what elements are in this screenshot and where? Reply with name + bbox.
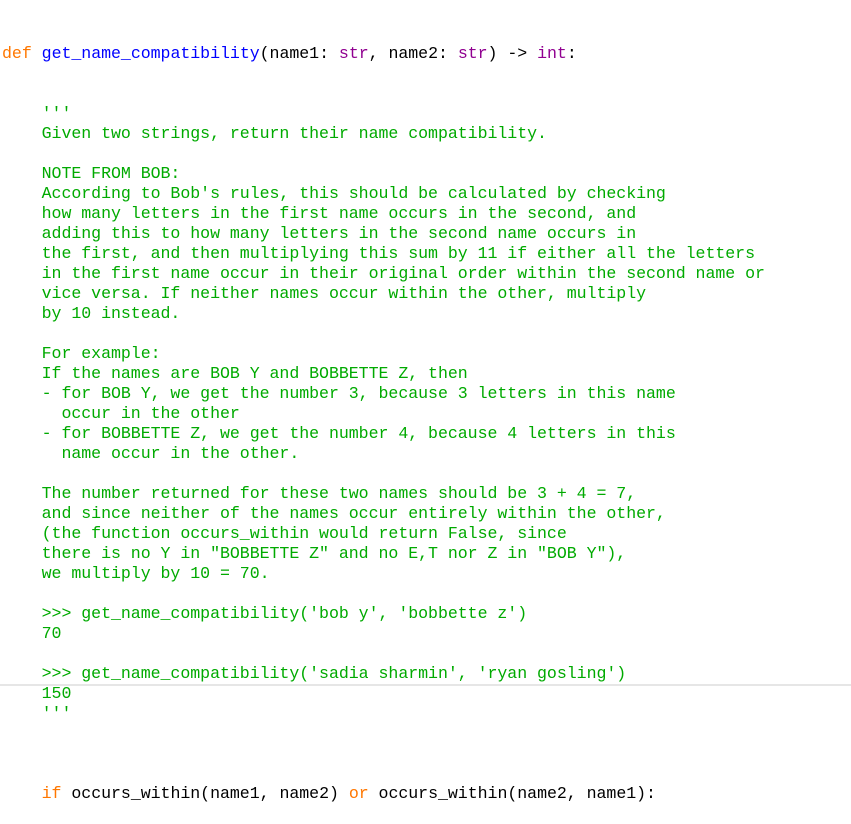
if-condition-part2: occurs_within(name2, name1): [368, 784, 656, 803]
function-signature-line: def get_name_compatibility(name1: str, n… [2, 44, 851, 64]
if-statement-line: if occurs_within(name1, name2) or occurs… [2, 784, 851, 804]
docstring-line [2, 144, 851, 164]
docstring-line: The number returned for these two names … [2, 484, 637, 503]
docstring-line: 150 [2, 684, 72, 703]
signature-colon: : [566, 44, 577, 63]
if-condition-part1: occurs_within(name1, name2) [61, 784, 349, 803]
docstring-line [2, 724, 851, 744]
docstring-line: ''' [2, 104, 72, 123]
docstring-line: there is no Y in "BOBBETTE Z" and no E,T… [2, 544, 627, 563]
code-editor[interactable]: def get_name_compatibility(name1: str, n… [2, 4, 851, 824]
docstring-line: adding this to how many letters in the s… [2, 224, 637, 243]
function-name: get_name_compatibility [41, 44, 260, 63]
docstring-line: vice versa. If neither names occur withi… [2, 284, 647, 303]
docstring-line: For example: [2, 344, 161, 363]
return-arrow: ) -> [487, 44, 538, 63]
type-str-2: str [457, 44, 488, 63]
docstring-line [2, 324, 851, 344]
docstring-block: ''' Given two strings, return their name… [2, 104, 851, 744]
docstring-line [2, 584, 851, 604]
docstring-line: NOTE FROM BOB: [2, 164, 181, 183]
if-keyword: if [41, 784, 62, 803]
docstring-line: ''' [2, 704, 72, 723]
or-keyword: or [348, 784, 369, 803]
def-keyword: def [2, 44, 32, 63]
params-mid: , name2: [368, 44, 458, 63]
docstring-line: we multiply by 10 = 70. [2, 564, 270, 583]
docstring-line: According to Bob's rules, this should be… [2, 184, 666, 203]
return-type-int: int [537, 44, 567, 63]
docstring-line: - for BOBBETTE Z, we get the number 4, b… [2, 424, 676, 443]
docstring-line [2, 644, 851, 664]
docstring-line [2, 464, 851, 484]
docstring-line: >>> get_name_compatibility('bob y', 'bob… [2, 604, 528, 623]
docstring-line: If the names are BOB Y and BOBBETTE Z, t… [2, 364, 468, 383]
docstring-line: 70 [2, 624, 62, 643]
docstring-line: name occur in the other. [2, 444, 300, 463]
params-open: (name1: [259, 44, 339, 63]
docstring-line: Given two strings, return their name com… [2, 124, 547, 143]
type-str-1: str [338, 44, 369, 63]
docstring-line: - for BOB Y, we get the number 3, becaus… [2, 384, 676, 403]
docstring-line: how many letters in the first name occur… [2, 204, 637, 223]
docstring-line: occur in the other [2, 404, 240, 423]
docstring-line: (the function occurs_within would return… [2, 524, 567, 543]
docstring-line: by 10 instead. [2, 304, 181, 323]
docstring-line: in the first name occur in their origina… [2, 264, 765, 283]
docstring-line: >>> get_name_compatibility('sadia sharmi… [2, 664, 627, 683]
docstring-line: and since neither of the names occur ent… [2, 504, 666, 523]
docstring-line: the first, and then multiplying this sum… [2, 244, 755, 263]
